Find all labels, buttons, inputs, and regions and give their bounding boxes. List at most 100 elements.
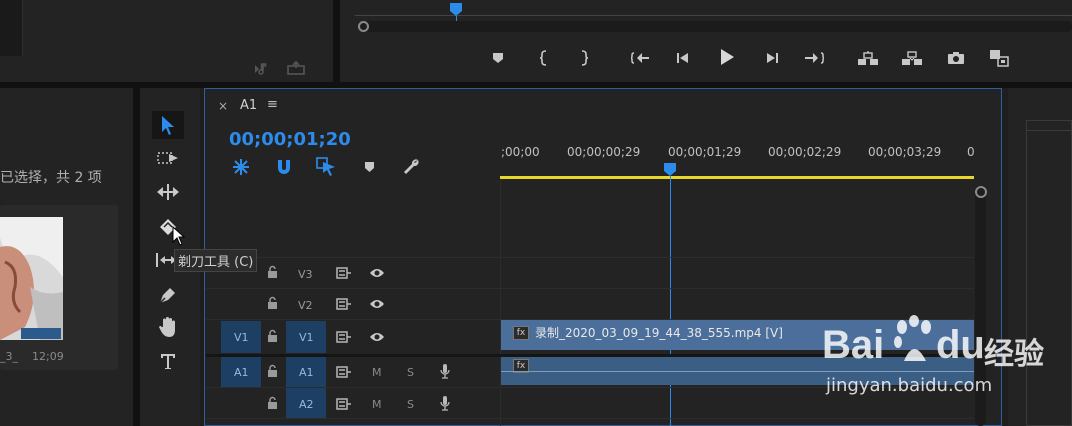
lock-icon[interactable]	[267, 265, 278, 278]
monitor-playhead[interactable]	[449, 3, 463, 17]
paw-icon	[892, 315, 936, 365]
track-label[interactable]: V2	[298, 299, 313, 312]
sync-lock-icon[interactable]	[336, 267, 352, 279]
ruler-label: 00;00;03;29	[868, 145, 942, 159]
pen-tool[interactable]	[152, 281, 184, 309]
clip-duration: 12;09	[32, 350, 64, 363]
mark-in-icon[interactable]	[531, 45, 557, 71]
track-header-v2: V2	[206, 290, 500, 320]
ripple-icon	[157, 184, 179, 200]
step-back-icon[interactable]	[670, 45, 696, 71]
eye-icon[interactable]	[369, 298, 385, 310]
clip-name: _3_	[0, 350, 18, 363]
work-area-bar[interactable]	[500, 176, 974, 179]
selection-count-text: 已选择，共 2 项	[0, 170, 102, 186]
scroll-handle[interactable]	[975, 186, 987, 198]
watermark-brand-suffix: du	[936, 323, 985, 367]
side-panel-header-line	[1026, 130, 1072, 131]
clip-thumbnail	[0, 217, 63, 340]
program-monitor-panel	[340, 0, 1072, 82]
clip-thumbnail-card[interactable]: _3_ 12;09	[0, 205, 118, 370]
snap-icon[interactable]	[276, 158, 292, 176]
step-forward-icon[interactable]	[759, 45, 785, 71]
mark-out-icon[interactable]	[571, 45, 597, 71]
sync-lock-icon[interactable]	[336, 331, 352, 343]
track-select-tool[interactable]	[152, 144, 184, 172]
extract-icon[interactable]	[899, 45, 925, 71]
sync-lock-icon[interactable]	[336, 366, 352, 378]
mute-button[interactable]: M	[372, 398, 382, 411]
track-select-icon	[157, 152, 178, 164]
type-tool[interactable]	[152, 347, 184, 375]
pen-icon	[159, 288, 175, 304]
lock-icon[interactable]	[267, 329, 278, 342]
add-marker-icon[interactable]	[364, 161, 375, 173]
ruler-label: 00;00;00;29	[567, 145, 641, 159]
track-label[interactable]: V1	[299, 331, 314, 344]
lift-icon[interactable]	[855, 45, 881, 71]
panel-menu-icon[interactable]: ≡	[267, 97, 278, 112]
source-monitor-area	[0, 0, 23, 56]
export-icon[interactable]	[287, 61, 305, 75]
ruler-label: 00;00;02;29	[768, 145, 842, 159]
watermark-product: 经验	[984, 337, 1044, 372]
fx-badge: fx	[513, 326, 529, 340]
ripple-edit-tool[interactable]	[152, 178, 184, 206]
marker-icon[interactable]	[485, 45, 511, 71]
mouse-cursor-icon	[172, 226, 186, 246]
solo-button[interactable]: S	[407, 366, 414, 379]
compare-icon[interactable]	[987, 45, 1013, 71]
track-header-v1: V1 V1	[206, 321, 500, 353]
track-label[interactable]: V3	[298, 268, 313, 281]
sequence-tab[interactable]: A1	[240, 98, 257, 113]
eye-icon[interactable]	[369, 331, 385, 343]
ruler-label: 00;00;01;29	[668, 145, 742, 159]
zoom-scrollbar[interactable]	[359, 21, 1072, 32]
linked-selection-icon[interactable]	[316, 157, 336, 177]
source-patch-label: A1	[234, 366, 249, 379]
tooltip: 剃刀工具 (C)	[174, 249, 258, 272]
track-label[interactable]: A2	[299, 398, 314, 411]
track-divider	[206, 418, 974, 419]
close-tab-icon[interactable]: ×	[218, 99, 228, 113]
playhead[interactable]	[663, 163, 677, 177]
microphone-icon[interactable]	[440, 363, 450, 379]
panel-divider	[333, 0, 340, 82]
selection-tool[interactable]	[152, 111, 184, 139]
ruler-label: 0	[967, 145, 975, 159]
go-to-in-icon[interactable]	[628, 45, 654, 71]
lock-icon[interactable]	[267, 296, 278, 309]
drag-audio-icon[interactable]	[253, 62, 271, 76]
source-patch-label: V1	[234, 331, 249, 344]
watermark: Bai du 经验 jingyan.baidu.com	[822, 313, 1072, 403]
wrench-icon[interactable]	[402, 158, 420, 176]
ruler-label: ;00;00	[501, 145, 540, 159]
mute-button[interactable]: M	[372, 366, 382, 379]
hand-icon	[159, 317, 175, 337]
track-label[interactable]: A1	[299, 366, 314, 379]
hand-tool[interactable]	[152, 313, 184, 341]
arrow-icon	[162, 116, 174, 135]
sync-lock-icon[interactable]	[336, 298, 352, 310]
zoom-handle[interactable]	[358, 21, 369, 32]
project-panel: 已选择，共 2 项 _3_ 12;09	[0, 88, 133, 426]
track-header-a2: A2 M S	[206, 388, 500, 418]
go-to-out-icon[interactable]	[801, 45, 827, 71]
watermark-brand: Bai	[822, 323, 885, 367]
clip-label: 录制_2020_03_09_19_44_38_555.mp4 [V]	[535, 326, 783, 340]
type-icon	[161, 354, 175, 369]
nest-toggle-icon[interactable]	[231, 158, 251, 176]
timecode-display[interactable]: 00;00;01;20	[229, 129, 351, 150]
eye-icon[interactable]	[369, 267, 385, 279]
camera-icon[interactable]	[943, 45, 969, 71]
solo-button[interactable]: S	[407, 398, 414, 411]
sync-lock-icon[interactable]	[336, 398, 352, 410]
lock-icon[interactable]	[267, 364, 278, 377]
track-header-divider	[500, 180, 501, 426]
play-icon[interactable]	[714, 44, 740, 70]
microphone-icon[interactable]	[440, 395, 450, 411]
track-header-a1: A1 A1 M S	[206, 357, 500, 387]
lock-icon[interactable]	[267, 396, 278, 409]
source-monitor-panel	[0, 0, 333, 82]
watermark-url: jingyan.baidu.com	[826, 375, 993, 396]
